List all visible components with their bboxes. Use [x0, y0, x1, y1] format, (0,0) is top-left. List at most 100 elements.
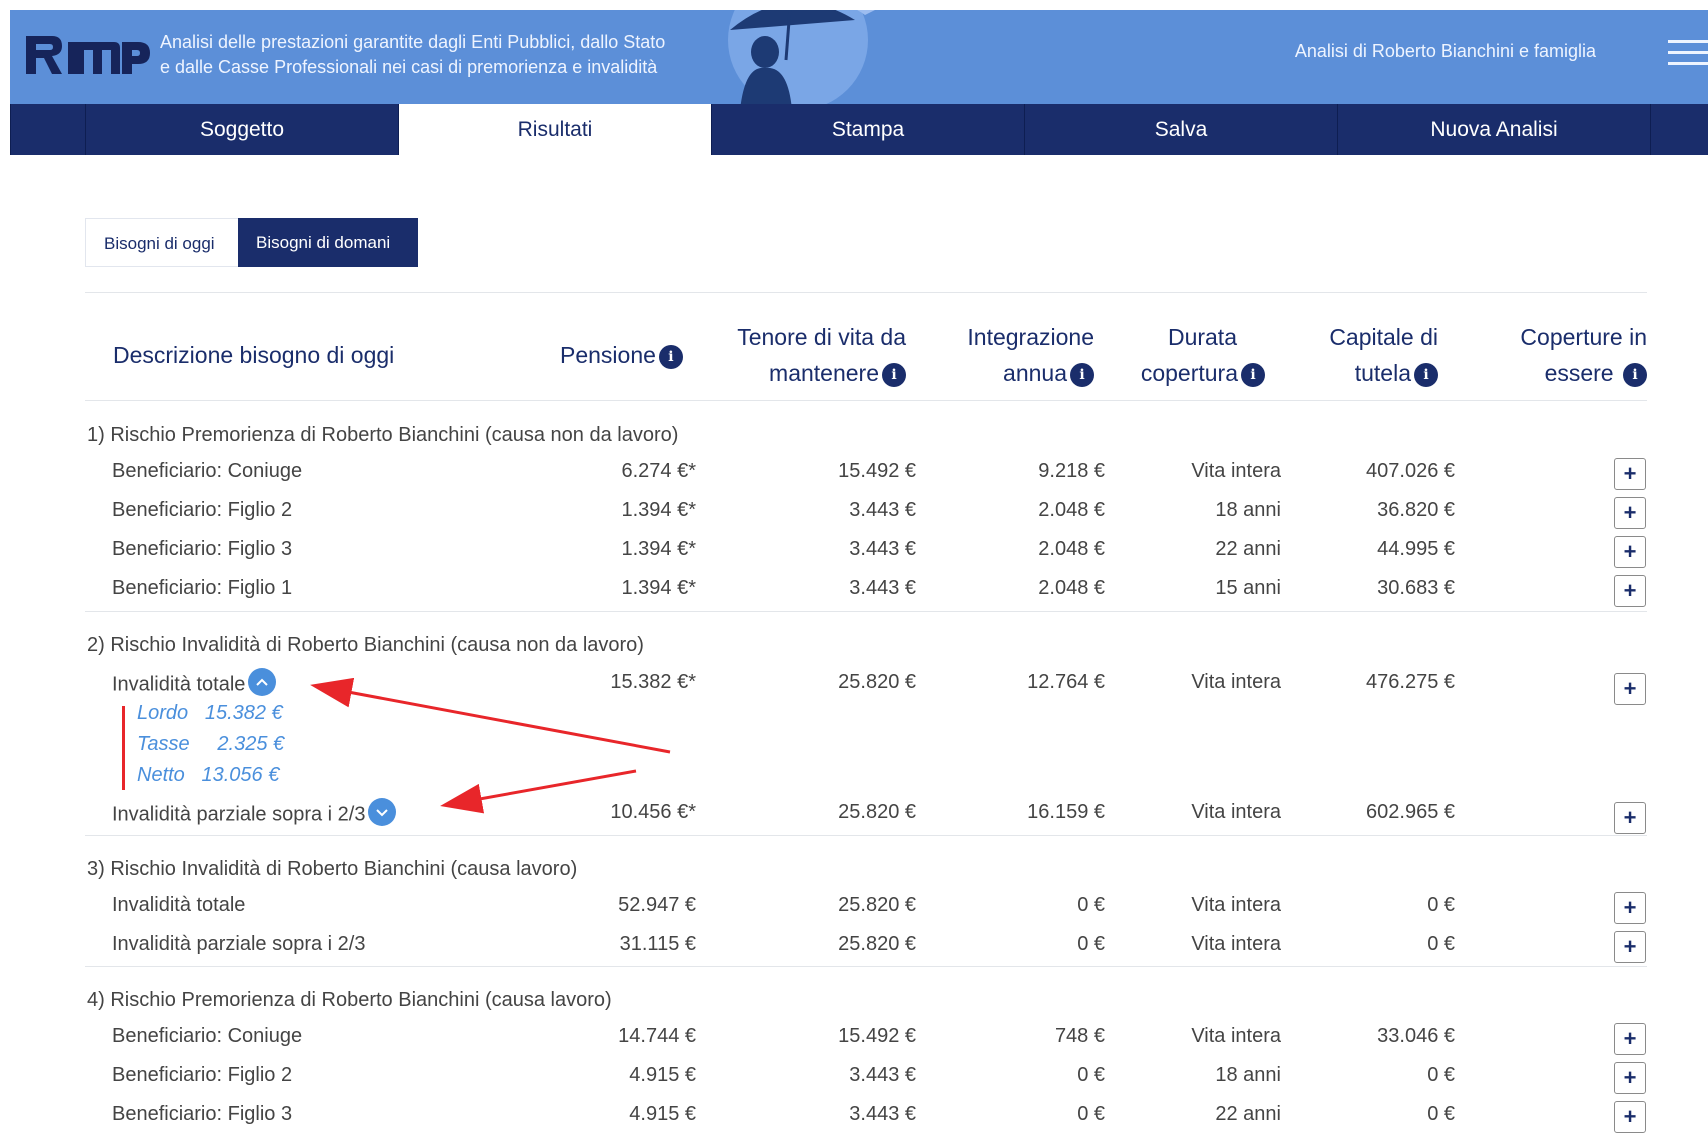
col-header-coperture-line1: Coperture in: [1520, 324, 1647, 350]
info-icon[interactable]: i: [1070, 362, 1094, 387]
col-header-durata: Durata copertura i: [1110, 319, 1265, 391]
row-descrizione: Invalidità totale: [112, 668, 277, 699]
row-descrizione: Beneficiario: Figlio 3: [112, 1103, 293, 1125]
add-coverage-button[interactable]: +: [1614, 458, 1646, 490]
chevron-up-icon[interactable]: [248, 668, 277, 696]
tab-stampa[interactable]: Stampa: [711, 104, 1024, 155]
col-header-capitale: Capitale di tutela i: [1290, 319, 1438, 391]
tab-salva[interactable]: Salva: [1024, 104, 1337, 155]
divider: [85, 611, 1647, 612]
col-header-tenore-line1: Tenore di vita da: [737, 324, 906, 350]
col-header-capitale-line1: Capitale di: [1329, 324, 1438, 350]
row-pensione: 1.394 €*: [621, 499, 696, 521]
row-tenore: 15.492 €: [838, 1025, 916, 1047]
row-tenore: 25.820 €: [838, 671, 916, 693]
nav-spacer: [10, 104, 85, 155]
row-capitale: 476.275 €: [1366, 671, 1455, 693]
add-coverage-button[interactable]: +: [1614, 1023, 1646, 1055]
row-durata: 18 anni: [1215, 1064, 1281, 1086]
row-durata: 15 anni: [1215, 577, 1281, 599]
row-descrizione-label: Invalidità parziale sopra i 2/3: [112, 803, 366, 826]
info-icon[interactable]: i: [1414, 362, 1438, 387]
info-icon[interactable]: i: [882, 362, 906, 387]
col-header-pensione: Pensione i: [560, 337, 683, 373]
annotation-bar: [122, 706, 125, 790]
row-tenore: 25.820 €: [838, 801, 916, 823]
table-row: Invalidità parziale sopra i 2/3 10.456 €…: [0, 798, 1708, 837]
col-header-coperture: Coperture in essere i: [1480, 319, 1647, 391]
add-coverage-button[interactable]: +: [1614, 575, 1646, 607]
menu-icon[interactable]: [1668, 32, 1708, 72]
col-header-integrazione-line1: Integrazione: [967, 324, 1094, 350]
row-integrazione: 2.048 €: [1038, 499, 1105, 521]
add-coverage-button[interactable]: +: [1614, 802, 1646, 834]
row-capitale: 0 €: [1427, 933, 1455, 955]
row-tenore: 25.820 €: [838, 933, 916, 955]
row-capitale: 36.820 €: [1377, 499, 1455, 521]
col-header-durata-line2: copertura: [1140, 360, 1238, 386]
app-header: Analisi delle prestazioni garantite dagl…: [10, 10, 1708, 104]
tab-nuova-analisi[interactable]: Nuova Analisi: [1337, 104, 1650, 155]
row-descrizione: Beneficiario: Coniuge: [112, 460, 303, 482]
section-title: 1) Rischio Premorienza di Roberto Bianch…: [87, 424, 679, 446]
nav-spacer-right: [1650, 104, 1708, 155]
row-descrizione: Invalidità totale: [112, 894, 246, 916]
row-durata: Vita intera: [1191, 460, 1281, 482]
row-integrazione: 9.218 €: [1038, 460, 1105, 482]
row-tenore: 3.443 €: [849, 1103, 916, 1125]
table-row: Beneficiario: Figlio 1 1.394 €* 3.443 € …: [0, 575, 1708, 613]
row-durata: Vita intera: [1191, 671, 1281, 693]
col-header-capitale-line2: tutela: [1354, 360, 1411, 386]
row-tenore: 3.443 €: [849, 499, 916, 521]
table-row: Beneficiario: Figlio 2 1.394 €* 3.443 € …: [0, 497, 1708, 535]
chevron-down-icon[interactable]: [368, 798, 397, 826]
header-tagline: Analisi delle prestazioni garantite dagl…: [160, 30, 665, 80]
tab-bisogni-oggi[interactable]: Bisogni di oggi: [85, 218, 238, 267]
tab-bisogni-domani[interactable]: Bisogni di domani: [238, 218, 418, 267]
add-coverage-button[interactable]: +: [1614, 1062, 1646, 1094]
row-tenore: 15.492 €: [838, 460, 916, 482]
row-durata: 22 anni: [1215, 538, 1281, 560]
add-coverage-button[interactable]: +: [1614, 536, 1646, 568]
row-pensione: 31.115 €: [619, 933, 696, 955]
add-coverage-button[interactable]: +: [1614, 1101, 1646, 1133]
row-tenore: 25.820 €: [838, 894, 916, 916]
divider: [85, 292, 1647, 293]
row-tenore: 3.443 €: [849, 1064, 916, 1086]
tab-risultati[interactable]: Risultati: [398, 104, 711, 155]
info-icon[interactable]: i: [658, 344, 683, 369]
info-icon[interactable]: i: [1241, 362, 1265, 387]
add-coverage-button[interactable]: +: [1614, 892, 1646, 924]
add-coverage-button[interactable]: +: [1614, 673, 1646, 705]
col-header-coperture-line2: essere: [1544, 360, 1614, 386]
detail-netto: Netto 13.056 €: [137, 764, 280, 786]
row-capitale: 0 €: [1427, 1103, 1455, 1125]
table-row: Invalidità totale 52.947 € 25.820 € 0 € …: [0, 892, 1708, 930]
row-integrazione: 0 €: [1077, 1064, 1105, 1086]
add-coverage-button[interactable]: +: [1614, 497, 1646, 529]
col-header-durata-line1: Durata: [1167, 324, 1237, 350]
divider: [85, 966, 1647, 967]
add-coverage-button[interactable]: +: [1614, 931, 1646, 963]
col-header-tenore-line2: mantenere: [769, 360, 879, 386]
tab-soggetto[interactable]: Soggetto: [85, 104, 398, 155]
row-pensione: 4.915 €: [629, 1103, 696, 1125]
row-descrizione: Invalidità parziale sopra i 2/3: [112, 798, 397, 829]
row-pensione: 52.947 €: [618, 894, 696, 916]
row-descrizione: Beneficiario: Figlio 2: [112, 499, 293, 521]
row-durata: Vita intera: [1191, 933, 1281, 955]
row-capitale: 44.995 €: [1377, 538, 1455, 560]
row-capitale: 602.965 €: [1366, 801, 1455, 823]
row-integrazione: 748 €: [1054, 1025, 1105, 1047]
section-title: 2) Rischio Invalidità di Roberto Bianchi…: [87, 634, 644, 656]
col-header-pensione-label: Pensione: [560, 342, 656, 368]
table-row: Beneficiario: Figlio 3 4.915 € 3.443 € 0…: [0, 1101, 1708, 1139]
info-icon[interactable]: i: [1623, 362, 1647, 387]
analysis-subject: Analisi di Roberto Bianchini e famiglia: [1294, 41, 1596, 61]
row-descrizione: Beneficiario: Figlio 1: [112, 577, 293, 599]
row-pensione: 10.456 €*: [610, 801, 696, 823]
row-durata: 22 anni: [1215, 1103, 1281, 1125]
row-integrazione: 0 €: [1077, 1103, 1105, 1125]
col-header-tenore: Tenore di vita da mantenere i: [720, 319, 906, 391]
detail-lordo: Lordo 15.382 €: [137, 702, 283, 724]
